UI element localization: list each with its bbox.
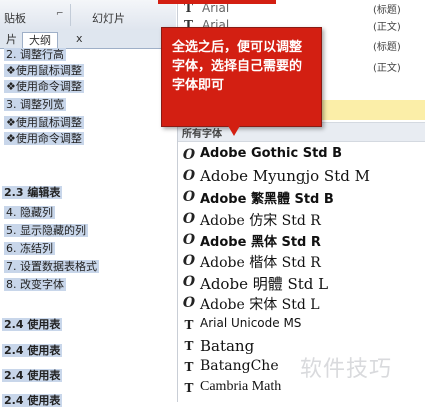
theme-font-role: (正文) — [373, 63, 401, 74]
outline-line[interactable]: 2.4 使用表 — [2, 317, 63, 332]
outline-line-text: ❖使用命令调整 — [4, 132, 84, 145]
outline-line-text: ❖使用鼠标调整 — [4, 64, 84, 77]
outline-line[interactable]: ❖使用命令调整 — [4, 79, 84, 94]
outline-line[interactable]: 8. 改变字体 — [4, 277, 66, 292]
slides-group-label: 幻灯片 — [92, 12, 125, 25]
outline-line[interactable]: 4. 隐藏列 — [4, 205, 55, 220]
close-icon[interactable]: x — [76, 32, 83, 45]
font-name: Adobe Myungjo Std M — [200, 167, 370, 185]
outline-line[interactable]: 5. 显示隐藏的列 — [4, 223, 88, 238]
font-name: Adobe 仿宋 Std R — [200, 213, 321, 229]
truetype-font-icon: T — [184, 318, 194, 332]
outline-line[interactable]: ❖使用鼠标调整 — [4, 63, 84, 78]
theme-font-role: (标题) — [373, 42, 401, 53]
font-list-item[interactable]: O Adobe Myungjo Std M — [178, 165, 425, 187]
font-list-item[interactable]: O Adobe 宋体 Std L — [178, 292, 425, 314]
outline-line-text: 3. 调整列宽 — [4, 98, 66, 111]
font-list-item[interactable]: O Adobe 楷体 Std R — [178, 250, 425, 272]
outline-line[interactable]: 6. 冻结列 — [4, 241, 55, 256]
opentype-font-icon: O — [182, 211, 196, 227]
callout-text: 全选之后，便可以调整字体，选择自己需要的字体即可 — [172, 40, 303, 93]
font-list-item[interactable]: O Adobe Gothic Std B — [178, 144, 425, 166]
truetype-font-icon: T — [184, 339, 194, 353]
outline-line[interactable]: ❖使用命令调整 — [4, 131, 84, 146]
opentype-font-icon: O — [182, 147, 196, 163]
outline-line[interactable]: 3. 调整列宽 — [4, 97, 66, 112]
font-name: Cambria Math — [200, 379, 282, 394]
all-fonts-label: 所有字体 — [182, 129, 222, 140]
outline-line-text: 2.4 使用表 — [2, 394, 63, 407]
ribbon-divider — [70, 4, 71, 26]
opentype-font-icon: O — [182, 295, 196, 311]
outline-panel: 片 大纲 x 2. 调整行高 ❖使用鼠标调整 ❖使用命令调整 3. 调整列宽 ❖使用鼠标… — [0, 30, 176, 407]
outline-line[interactable]: 2. 调整行高 — [4, 47, 66, 62]
font-list-item[interactable]: O Adobe 黑体 Std R — [178, 229, 425, 251]
outline-line-text: ❖使用鼠标调整 — [4, 116, 84, 129]
annotation-callout: 全选之后，便可以调整字体，选择自己需要的字体即可 — [161, 27, 322, 127]
font-list-item[interactable]: O Adobe 明體 Std L — [178, 271, 425, 293]
outline-line-text: 7. 设置数据表格式 — [4, 260, 99, 273]
outline-line-text: 2.4 使用表 — [2, 318, 63, 331]
outline-line-text: 5. 显示隐藏的列 — [4, 224, 88, 237]
dialog-launcher-icon[interactable]: ⌐ — [56, 9, 64, 19]
outline-line[interactable]: 2.4 使用表 — [2, 343, 63, 358]
outline-line-text: 6. 冻结列 — [4, 242, 55, 255]
outline-line-text: 2.4 使用表 — [2, 369, 63, 382]
outline-line[interactable]: 2.4 使用表 — [2, 368, 63, 383]
highlight-box-edge — [158, 0, 276, 4]
font-name: Adobe 楷体 Std R — [200, 255, 321, 271]
outline-line[interactable]: ❖使用鼠标调整 — [4, 115, 84, 130]
opentype-font-icon: O — [182, 253, 196, 269]
clipboard-group-label: 贴板 — [4, 12, 26, 25]
font-name: Adobe 宋体 Std L — [200, 297, 320, 313]
outline-line-text: 2. 调整行高 — [4, 48, 66, 61]
ribbon-strip: 贴板 ⌐ 幻灯片 — [0, 0, 176, 31]
opentype-font-icon: O — [182, 168, 196, 184]
outline-line[interactable]: 2.3 编辑表 — [2, 185, 63, 200]
callout-pointer — [227, 124, 241, 136]
font-name: Adobe Gothic Std B — [200, 146, 343, 161]
outline-line-text: 2.3 编辑表 — [2, 186, 63, 199]
font-name: Adobe 明體 Std L — [200, 275, 329, 293]
font-name: Adobe 繁黑體 Std B — [200, 192, 334, 207]
theme-font-role: (正文) — [373, 22, 401, 33]
font-list-item[interactable]: T Arial Unicode MS — [178, 314, 425, 336]
font-name: Adobe 黑体 Std R — [200, 235, 321, 250]
opentype-font-icon: O — [182, 232, 196, 248]
opentype-font-icon: O — [182, 189, 196, 205]
outline-line-text: ❖使用命令调整 — [4, 80, 84, 93]
outline-line[interactable]: 2.4 使用表 — [2, 393, 63, 408]
font-list-item[interactable]: O Adobe 繁黑體 Std B — [178, 186, 425, 208]
watermark: 软件技巧 — [300, 357, 393, 382]
font-name: BatangChe — [200, 358, 279, 374]
font-list-item[interactable]: O Adobe 仿宋 Std R — [178, 208, 425, 230]
tab-outline[interactable]: 大纲 — [22, 32, 58, 48]
truetype-font-icon: T — [184, 360, 194, 374]
outline-line-text: 4. 隐藏列 — [4, 206, 55, 219]
truetype-font-icon: T — [184, 381, 194, 395]
tab-slides[interactable]: 片 — [0, 32, 23, 47]
outline-line-text: 2.4 使用表 — [2, 344, 63, 357]
outline-line[interactable]: 7. 设置数据表格式 — [4, 259, 99, 274]
opentype-font-icon: O — [182, 274, 196, 290]
font-name: Arial Unicode MS — [200, 316, 302, 330]
outline-line-text: 8. 改变字体 — [4, 278, 66, 291]
theme-font-role: (标题) — [373, 5, 401, 16]
font-name: Batang — [200, 337, 255, 355]
